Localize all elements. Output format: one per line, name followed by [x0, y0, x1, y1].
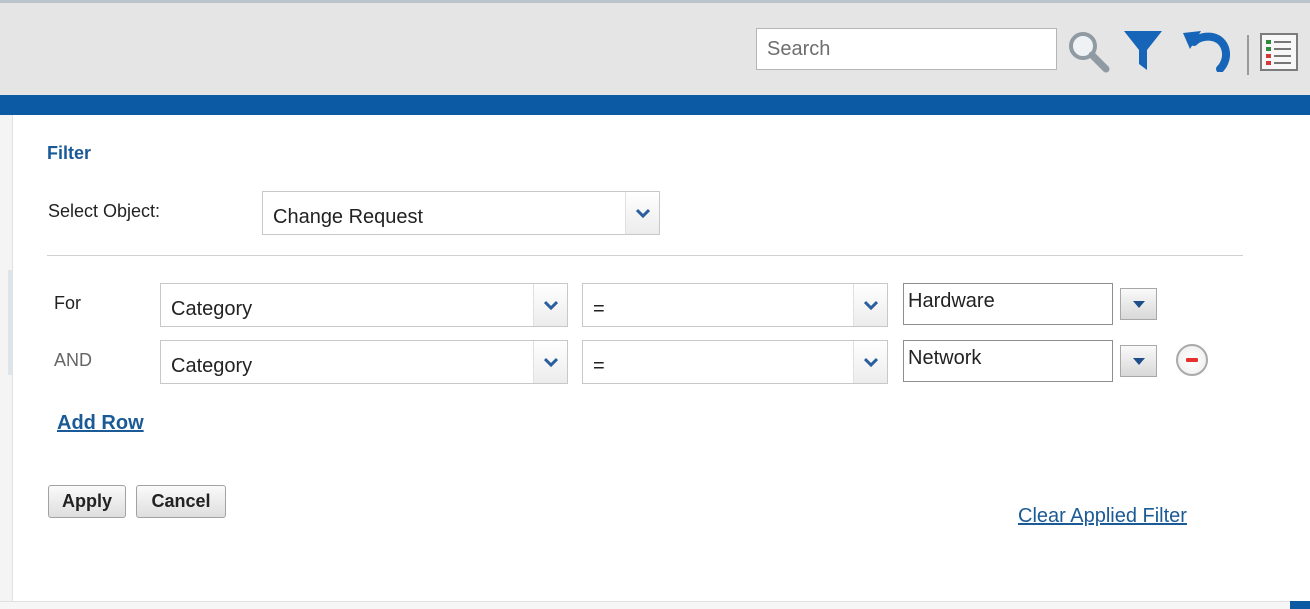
row1-field-value: Category: [171, 298, 253, 321]
search-icon[interactable]: [1066, 29, 1112, 73]
row1-value-input[interactable]: Hardware: [903, 283, 1113, 325]
minus-icon: [1186, 358, 1198, 362]
header-accent-band: [0, 95, 1310, 115]
chevron-down-icon: [864, 300, 878, 311]
chevron-down-icon: [544, 300, 558, 311]
cancel-button[interactable]: Cancel: [136, 485, 226, 518]
filter-title: Filter: [47, 143, 92, 163]
object-select-arrow[interactable]: [625, 192, 659, 234]
remove-row-button[interactable]: [1176, 344, 1208, 376]
row2-field-select[interactable]: Category: [160, 340, 568, 384]
select-object-label: Select Object:: [48, 201, 161, 221]
row1-operator-value: =: [593, 298, 605, 321]
chevron-down-icon: [636, 208, 650, 219]
row2-operator-arrow[interactable]: [853, 341, 887, 383]
triangle-down-icon: [1133, 301, 1145, 308]
section-divider: [47, 255, 1243, 256]
row1-value-dropdown[interactable]: [1120, 288, 1157, 320]
row1-operator-select[interactable]: =: [582, 283, 888, 327]
row1-operator-arrow[interactable]: [853, 284, 887, 326]
bottom-edge: [0, 601, 1310, 609]
row2-operator-value: =: [593, 355, 605, 378]
clear-applied-filter-link[interactable]: Clear Applied Filter: [1018, 505, 1187, 528]
row1-field-arrow[interactable]: [533, 284, 567, 326]
row2-operator-select[interactable]: =: [582, 340, 888, 384]
row2-field-value: Category: [171, 355, 253, 378]
chevron-down-icon: [864, 357, 878, 368]
row-conjunction-and: AND: [54, 350, 93, 370]
search-input[interactable]: [756, 28, 1057, 70]
corner-accent: [1290, 601, 1310, 609]
apply-button[interactable]: Apply: [48, 485, 126, 518]
row2-value-dropdown[interactable]: [1120, 345, 1157, 377]
left-panel-edge: [0, 115, 12, 609]
top-toolbar: [0, 0, 1310, 95]
row-conjunction-for: For: [54, 293, 81, 313]
add-row-link[interactable]: Add Row: [57, 412, 144, 435]
row2-value-input[interactable]: Network: [903, 340, 1113, 382]
row2-field-arrow[interactable]: [533, 341, 567, 383]
toolbar-separator: [1247, 35, 1249, 75]
undo-icon[interactable]: [1180, 28, 1230, 72]
object-select-value: Change Request: [273, 206, 424, 229]
filter-icon[interactable]: [1122, 28, 1164, 74]
row1-field-select[interactable]: Category: [160, 283, 568, 327]
chevron-down-icon: [544, 357, 558, 368]
column-list-icon[interactable]: [1260, 33, 1298, 71]
triangle-down-icon: [1133, 358, 1145, 365]
object-select[interactable]: Change Request: [262, 191, 660, 235]
